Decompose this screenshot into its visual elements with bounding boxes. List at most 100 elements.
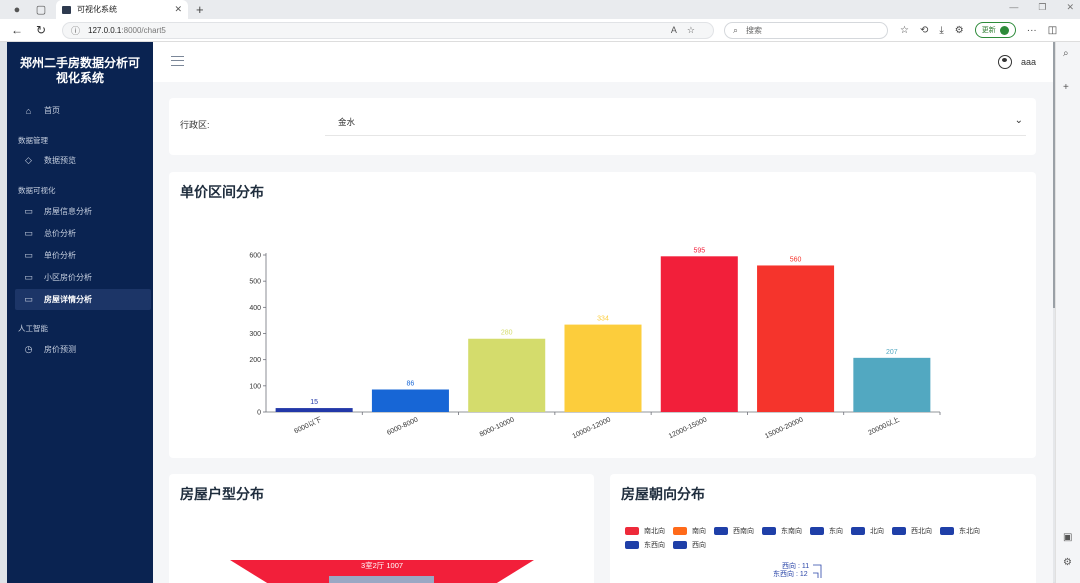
- group-label-ai: 人工智能: [18, 324, 48, 333]
- search-icon: ⌕: [733, 24, 739, 35]
- browser-toolbar: ← ↻ ⓘ 127.0.0.1:8000/chart5 A☆ ⌕ 搜索 ☆ ⟲ …: [0, 19, 1080, 42]
- page-scrollbar[interactable]: [1053, 42, 1055, 582]
- chart-icon: ▭: [24, 272, 33, 282]
- bar[interactable]: [853, 357, 931, 412]
- group-label-visualization: 数据可视化: [18, 186, 56, 195]
- scrollbar-thumb[interactable]: [1053, 42, 1055, 308]
- y-tick-label: 0: [257, 410, 261, 417]
- tab-title: 可视化系统: [77, 5, 117, 14]
- browser-sidebar-rail: ⌕ + ▣ ⚙: [1055, 42, 1080, 583]
- sidebar-item-total-price[interactable]: ▭ 总价分析: [15, 223, 151, 244]
- site-info-icon[interactable]: ⓘ: [71, 24, 80, 37]
- window-close-icon[interactable]: ✕: [1066, 2, 1074, 13]
- funnel-segment-second[interactable]: [329, 576, 434, 583]
- chevron-down-icon: ⌄: [1014, 115, 1023, 126]
- restore-icon[interactable]: ❐: [1038, 2, 1046, 13]
- browser-search-box[interactable]: ⌕ 搜索: [724, 21, 888, 39]
- tab-close-icon[interactable]: ✕: [174, 4, 182, 15]
- bar-value-label: 15: [310, 399, 318, 406]
- favorite-star-icon[interactable]: A☆: [671, 25, 705, 36]
- bar[interactable]: [564, 324, 642, 412]
- sidebar-item-unit-price[interactable]: ▭ 单价分析: [15, 245, 151, 266]
- filter-card: 行政区: 金水 ⌄: [169, 98, 1036, 155]
- sidebar-item-label: 数据预览: [44, 156, 76, 165]
- rail-search-icon[interactable]: ⌕: [1063, 48, 1069, 59]
- x-tick-label: 20000以上: [867, 415, 901, 437]
- chart-icon: ▭: [24, 294, 33, 304]
- bar[interactable]: [757, 265, 835, 412]
- tab-actions-icon[interactable]: ▢: [34, 3, 48, 17]
- address-bar[interactable]: ⓘ 127.0.0.1:8000/chart5 A☆: [62, 21, 714, 39]
- bar[interactable]: [660, 256, 738, 412]
- x-tick-label: 10000-12000: [571, 416, 611, 440]
- district-label: 行政区:: [180, 120, 210, 130]
- rail-add-icon[interactable]: +: [1063, 82, 1069, 93]
- y-tick-label: 100: [249, 383, 261, 390]
- app-title: 郑州二手房数据分析可视化系统: [19, 56, 140, 85]
- bar[interactable]: [275, 408, 353, 412]
- new-tab-button[interactable]: +: [196, 2, 204, 17]
- sidebar-item-price-forecast[interactable]: ◷ 房价预测: [15, 339, 151, 360]
- browser-tab[interactable]: 可视化系统 ✕: [56, 0, 188, 19]
- user-menu[interactable]: aaa: [997, 55, 1036, 69]
- url-path: :8000/chart5: [121, 25, 166, 35]
- bar-value-label: 560: [790, 256, 802, 263]
- copilot-icon[interactable]: ◫: [1048, 25, 1057, 36]
- sidebar-item-data-preview[interactable]: ◇ 数据预览: [15, 150, 151, 171]
- window-controls: — ❐ ✕: [1009, 2, 1074, 13]
- sidebar-item-home[interactable]: ⌂ 首页: [15, 100, 151, 121]
- sidebar-item-house-info[interactable]: ▭ 房屋信息分析: [15, 201, 151, 222]
- sidebar-item-label: 单价分析: [44, 251, 76, 260]
- funnel-top-label: 3室2厅 1007: [361, 560, 403, 570]
- unit-price-bar-chart: 0 100 200 300 400 500 600 15 6000以下 86 6000-8000 28…: [249, 247, 941, 440]
- download-icon[interactable]: ⤓: [939, 25, 943, 36]
- y-tick-label: 400: [249, 305, 261, 312]
- history-icon[interactable]: ⟲: [920, 25, 928, 36]
- clock-icon: ◷: [24, 344, 33, 354]
- favorites-icon[interactable]: ☆: [900, 25, 909, 36]
- sidebar-item-label: 房屋信息分析: [44, 207, 92, 216]
- menu-toggle-icon[interactable]: [171, 56, 184, 66]
- orientation-pie-leader-lines: [813, 564, 822, 578]
- chart-icon: ▭: [24, 228, 33, 238]
- username: aaa: [1020, 57, 1036, 67]
- orientation-chart-card: 房屋朝向分布 南北向 南向 西南向 东南向 东向 北向 西北向 东北向 东西向 西向 西向 : 1…: [610, 474, 1036, 583]
- bar[interactable]: [371, 389, 449, 412]
- sidebar-item-label: 小区房价分析: [44, 273, 92, 282]
- bar-value-label: 207: [886, 349, 898, 356]
- chart-icon: ▭: [24, 250, 33, 260]
- update-avatar-icon: [999, 25, 1009, 35]
- chart-icon: ▭: [24, 206, 33, 216]
- home-icon: ⌂: [25, 105, 32, 116]
- search-placeholder: 搜索: [746, 25, 763, 35]
- sidebar-item-label: 首页: [44, 106, 60, 115]
- profile-icon[interactable]: ●: [10, 3, 24, 17]
- x-tick-label: 12000-15000: [668, 416, 708, 440]
- more-menu-icon[interactable]: ···: [1027, 25, 1037, 36]
- y-tick-label: 600: [249, 253, 261, 260]
- rail-layout-icon[interactable]: ▣: [1063, 532, 1072, 543]
- back-icon[interactable]: ←: [10, 23, 24, 37]
- y-tick-label: 200: [249, 357, 261, 364]
- y-tick-label: 300: [249, 331, 261, 338]
- group-label-data-management: 数据管理: [18, 136, 48, 145]
- tab-favicon-icon: [62, 5, 71, 14]
- y-tick-label: 500: [249, 279, 261, 286]
- x-tick-label: 6000以下: [293, 416, 323, 436]
- sidebar-item-community-price[interactable]: ▭ 小区房价分析: [15, 267, 151, 288]
- bar[interactable]: [468, 338, 546, 412]
- x-tick-label: 8000-10000: [479, 416, 516, 438]
- rail-settings-icon[interactable]: ⚙: [1063, 557, 1072, 568]
- refresh-icon[interactable]: ↻: [34, 23, 48, 37]
- update-label: 更新: [981, 27, 996, 34]
- sidebar-item-label: 房价预测: [44, 345, 76, 354]
- main-content: aaa 行政区: 金水 ⌄ 单价区间分布 0 100 200 300 400 500 600…: [153, 42, 1053, 583]
- url-host: 127.0.0.1: [88, 25, 122, 35]
- extensions-icon[interactable]: ⚙: [955, 25, 964, 36]
- update-button[interactable]: 更新: [974, 22, 1016, 38]
- district-selected-value: 金水: [338, 116, 356, 127]
- sidebar-item-label: 总价分析: [44, 229, 76, 238]
- minimize-icon[interactable]: —: [1009, 2, 1018, 13]
- district-select[interactable]: 金水 ⌄: [325, 108, 1026, 136]
- sidebar-item-house-detail[interactable]: ▭ 房屋详情分析: [15, 289, 151, 310]
